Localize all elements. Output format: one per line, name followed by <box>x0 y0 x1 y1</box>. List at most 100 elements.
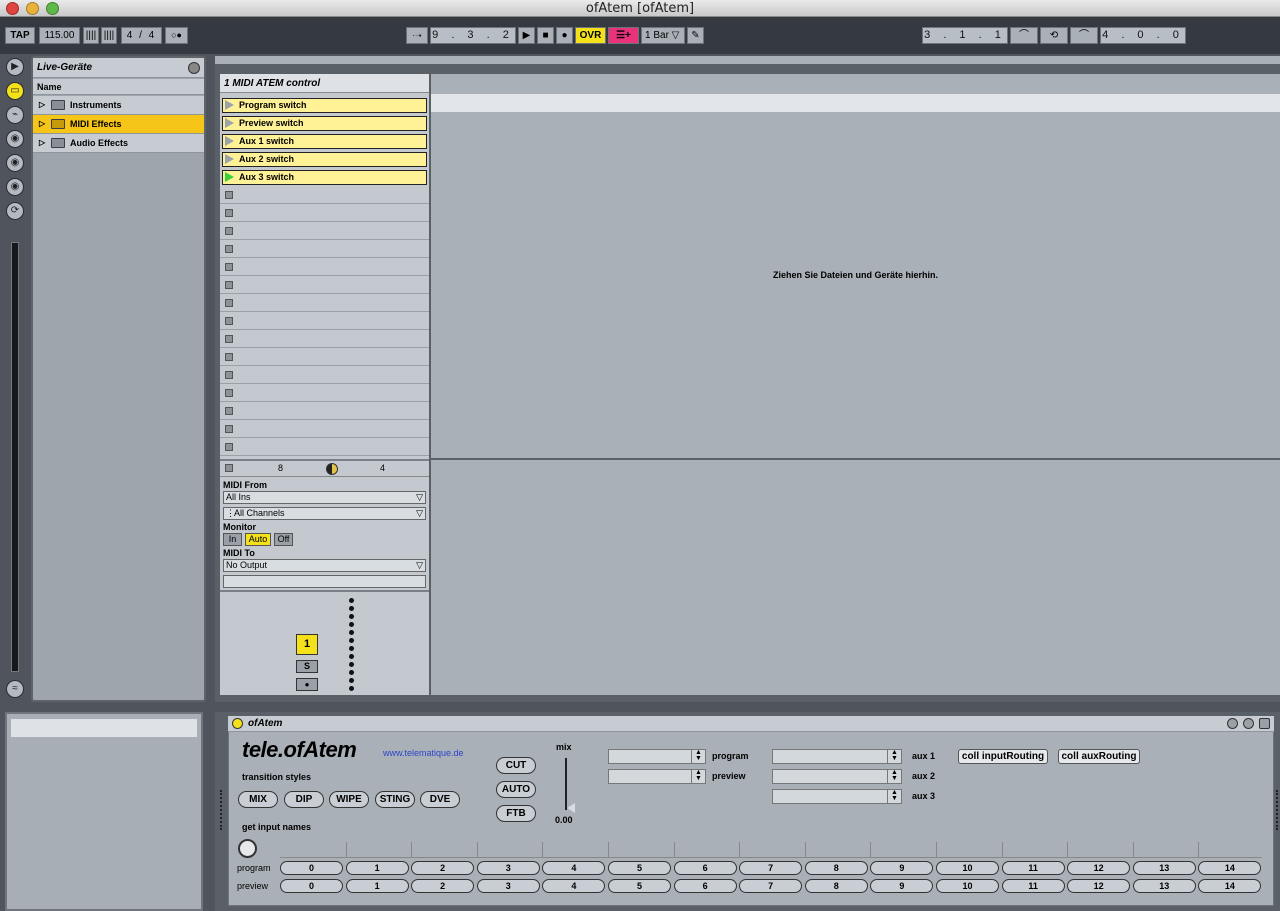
arm-record-icon[interactable]: ● <box>296 678 318 691</box>
clip-drop-zone[interactable]: Ziehen Sie Dateien und Geräte hierhin. <box>431 74 1280 458</box>
program-input-3-button[interactable]: 3 <box>476 861 540 875</box>
coll-input-routing-button[interactable]: coll inputRouting <box>958 749 1048 764</box>
program-input-10-button[interactable]: 10 <box>936 861 999 875</box>
empty-clip-slot[interactable] <box>220 366 429 384</box>
preview-input-4-button[interactable]: 4 <box>542 879 606 893</box>
disclosure-icon[interactable]: ▷ <box>39 134 45 152</box>
record-icon[interactable]: ● <box>556 27 573 44</box>
transition-sting-button[interactable]: STING <box>375 791 415 808</box>
groove-pool-icon[interactable]: ≈ <box>6 680 24 698</box>
clip-stop-icon[interactable] <box>225 209 233 217</box>
empty-clip-slot[interactable] <box>220 330 429 348</box>
preview-input-8-button[interactable]: 8 <box>804 879 868 893</box>
program-input-1-button[interactable]: 1 <box>345 861 409 875</box>
scene-scrollbar[interactable] <box>215 56 1280 64</box>
monitor-auto-button[interactable]: Auto <box>245 533 271 546</box>
program-input-2-button[interactable]: 2 <box>411 861 475 875</box>
track-activator-button[interactable]: 1 <box>296 634 318 655</box>
cut-button[interactable]: CUT <box>496 757 536 774</box>
empty-clip-slot[interactable] <box>220 312 429 330</box>
preview-input-3-button[interactable]: 3 <box>476 879 540 893</box>
program-input-selector[interactable]: ▲ ▼ <box>608 749 706 764</box>
device-browser-icon[interactable]: ▶ <box>6 58 24 76</box>
preview-input-1-button[interactable]: 1 <box>345 879 409 893</box>
program-input-5-button[interactable]: 5 <box>608 861 671 875</box>
loop-switch-icon[interactable]: ⟲ <box>1040 27 1068 44</box>
clip-playing-icon[interactable] <box>225 172 234 182</box>
device-fold-icon[interactable] <box>1227 718 1238 729</box>
device-on-icon[interactable] <box>232 718 243 729</box>
program-input-13-button[interactable]: 13 <box>1132 861 1196 875</box>
empty-clip-slot[interactable] <box>220 402 429 420</box>
auto-button[interactable]: AUTO <box>496 781 536 798</box>
clip-stop-icon[interactable] <box>225 371 233 379</box>
transition-wipe-button[interactable]: WIPE <box>329 791 369 808</box>
device-drag-handle[interactable] <box>220 790 222 830</box>
disclosure-icon[interactable]: ▷ <box>39 115 45 133</box>
device-edit-icon[interactable] <box>1243 718 1254 729</box>
quantize-dropdown[interactable]: 1 Bar ▽ <box>641 27 685 44</box>
midi-to-channel-field[interactable] <box>223 575 426 588</box>
empty-clip-slot[interactable] <box>220 348 429 366</box>
clip-stop-icon[interactable] <box>225 389 233 397</box>
program-input-12-button[interactable]: 12 <box>1067 861 1131 875</box>
punch-out-icon[interactable]: ⌒ <box>1070 27 1098 44</box>
clip-stop-icon[interactable] <box>225 425 233 433</box>
preview-input-2-button[interactable]: 2 <box>411 879 475 893</box>
overdub-button[interactable]: OVR <box>575 27 606 44</box>
program-input-4-button[interactable]: 4 <box>542 861 606 875</box>
nudge-down-icon[interactable]: |||| <box>83 27 99 44</box>
clip-stop-icon[interactable] <box>225 299 233 307</box>
clip-program-switch[interactable]: Program switch <box>222 98 427 113</box>
clip-stop-icon[interactable] <box>225 317 233 325</box>
program-input-11-button[interactable]: 11 <box>1001 861 1065 875</box>
clip-stop-icon[interactable] <box>225 443 233 451</box>
preview-input-0-button[interactable]: 0 <box>280 879 343 893</box>
browser-item-instruments[interactable]: ▷ Instruments <box>33 96 204 115</box>
transition-mix-button[interactable]: MIX <box>238 791 278 808</box>
midi-to-dropdown[interactable]: No Output ▽ <box>223 559 426 572</box>
loop-start-field[interactable]: 3 . 1 . 1 <box>922 27 1008 44</box>
clip-stop-icon[interactable] <box>225 191 233 199</box>
browser-item-audio-effects[interactable]: ▷ Audio Effects <box>33 134 204 153</box>
preview-input-5-button[interactable]: 5 <box>608 879 671 893</box>
clip-aux3-switch[interactable]: Aux 3 switch <box>222 170 427 185</box>
aux3-selector[interactable]: ▲ ▼ <box>772 789 902 804</box>
nudge-up-icon[interactable]: |||| <box>101 27 117 44</box>
empty-clip-slot[interactable] <box>220 204 429 222</box>
clip-stop-icon[interactable] <box>225 281 233 289</box>
empty-clip-slot[interactable] <box>220 222 429 240</box>
device-drag-handle-right[interactable] <box>1276 790 1278 830</box>
clip-launch-icon[interactable] <box>225 100 234 110</box>
program-input-7-button[interactable]: 7 <box>739 861 803 875</box>
clip-stop-icon[interactable] <box>225 353 233 361</box>
clip-stop-icon[interactable] <box>225 335 233 343</box>
knob-icon[interactable] <box>326 463 338 475</box>
places-icon-3[interactable]: ◉ <box>6 178 24 196</box>
device-save-icon[interactable] <box>1259 718 1270 729</box>
browser-item-midi-effects[interactable]: ▷ MIDI Effects <box>33 115 204 134</box>
empty-clip-slot[interactable] <box>220 240 429 258</box>
aux2-selector[interactable]: ▲ ▼ <box>772 769 902 784</box>
stepper-icon[interactable]: ▲ ▼ <box>691 749 705 763</box>
places-icon-2[interactable]: ◉ <box>6 154 24 172</box>
mix-slider-handle-icon[interactable] <box>567 803 575 813</box>
follow-icon[interactable]: ·➝ <box>406 27 428 44</box>
midi-channel-dropdown[interactable]: ⋮ All Channels ▽ <box>223 507 426 520</box>
automation-arm-icon[interactable]: ☰+ <box>608 27 639 44</box>
program-input-6-button[interactable]: 6 <box>673 861 737 875</box>
places-icon-1[interactable]: ◉ <box>6 130 24 148</box>
clip-aux1-switch[interactable]: Aux 1 switch <box>222 134 427 149</box>
program-input-9-button[interactable]: 9 <box>870 861 934 875</box>
clip-launch-icon[interactable] <box>225 136 234 146</box>
stepper-icon[interactable]: ▲ ▼ <box>887 749 901 763</box>
plugin-devices-icon[interactable]: ⌁ <box>6 106 24 124</box>
preview-input-selector[interactable]: ▲ ▼ <box>608 769 706 784</box>
punch-in-icon[interactable]: ⌒ <box>1010 27 1038 44</box>
empty-clip-slot[interactable] <box>220 420 429 438</box>
play-icon[interactable]: ▶ <box>518 27 535 44</box>
song-position-field[interactable]: 9 . 3 . 2 <box>430 27 516 44</box>
solo-button[interactable]: S <box>296 660 318 673</box>
get-input-names-button[interactable] <box>238 839 257 858</box>
preview-input-14-button[interactable]: 14 <box>1198 879 1262 893</box>
